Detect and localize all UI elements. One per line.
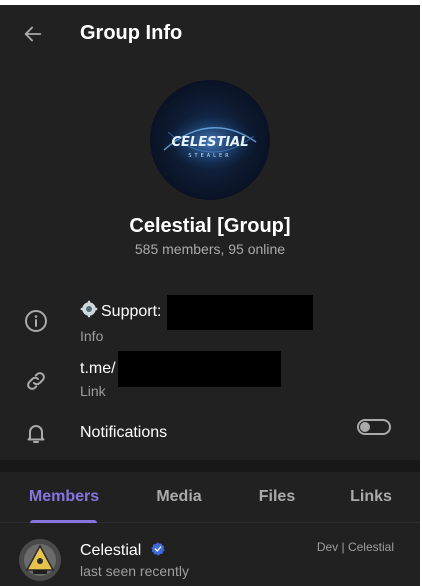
bell-icon (22, 419, 50, 447)
member-row[interactable]: Celestial last seen recently Dev | Celes… (0, 523, 420, 583)
support-value: Support: (80, 300, 161, 323)
svg-text:CELESTIAL: CELESTIAL (172, 135, 249, 150)
member-role: Dev | Celestial (316, 540, 394, 554)
section-divider (0, 460, 420, 472)
header: Group Info (0, 5, 420, 61)
group-info-panel: Group Info CELESTIAL STEALER Celestial [… (0, 5, 420, 586)
verified-badge-icon (150, 541, 166, 562)
toggle-knob (360, 422, 370, 432)
tab-media[interactable]: Media (143, 472, 215, 522)
group-name: Celestial [Group] (129, 215, 291, 237)
support-row[interactable]: Support: Info (0, 287, 420, 344)
tab-bar: Members Media Files Links (0, 472, 420, 523)
arrow-left-icon (24, 26, 42, 42)
member-avatar (19, 539, 61, 581)
svg-text:STEALER: STEALER (188, 153, 231, 159)
notifications-label: Notifications (80, 424, 168, 441)
group-member-count: 585 members, 95 online (134, 241, 286, 257)
page-title: Group Info (80, 22, 183, 44)
tab-members[interactable]: Members (23, 472, 105, 522)
celestial-logo: CELESTIAL STEALER (158, 110, 262, 174)
group-avatar[interactable]: CELESTIAL STEALER (150, 80, 270, 200)
link-icon (22, 367, 50, 395)
support-label: Info (80, 328, 104, 344)
gear-icon (80, 300, 98, 323)
member-name: Celestial (80, 541, 166, 562)
tab-files[interactable]: Files (247, 472, 307, 522)
link-label: Link (80, 383, 106, 399)
redacted-link-value (118, 351, 281, 387)
info-icon (22, 307, 50, 335)
member-status: last seen recently (80, 563, 189, 579)
link-value: t.me/ (80, 360, 116, 377)
link-row[interactable]: t.me/ Link (0, 347, 420, 403)
notifications-row[interactable]: Notifications (0, 411, 420, 455)
tab-links[interactable]: Links (340, 472, 402, 522)
back-button[interactable] (18, 19, 48, 49)
redacted-support-value (167, 295, 313, 330)
notifications-toggle[interactable] (357, 419, 391, 435)
